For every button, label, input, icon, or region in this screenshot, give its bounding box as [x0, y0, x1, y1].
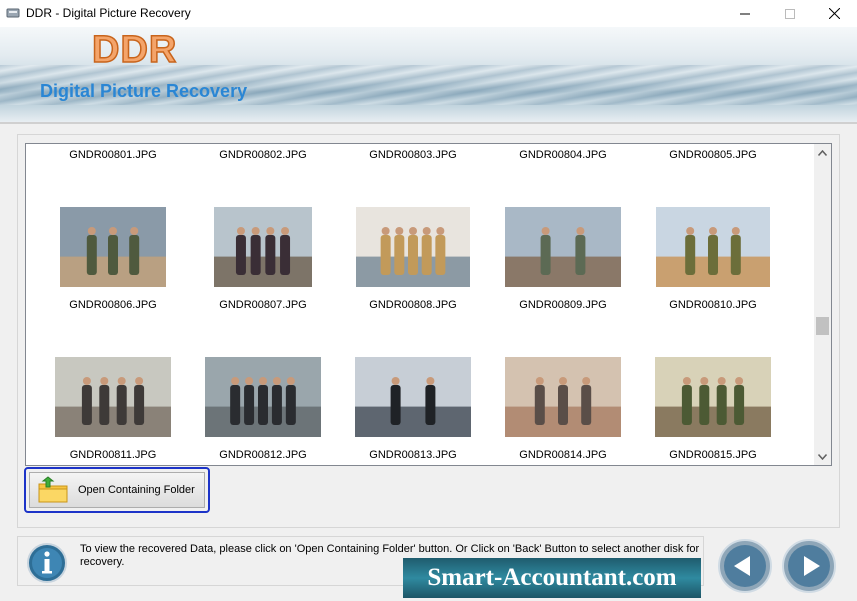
photo-thumbnail[interactable]: [655, 357, 771, 437]
watermark-banner: Smart-Accountant.com: [403, 558, 701, 598]
gallery-item-filename: GNDR00805.JPG: [669, 149, 757, 161]
gallery-item-filename: GNDR00810.JPG: [669, 299, 757, 311]
close-button[interactable]: [812, 0, 857, 27]
photo-thumbnail[interactable]: [505, 207, 621, 287]
back-button[interactable]: [717, 538, 773, 594]
gallery-item-filename: GNDR00808.JPG: [369, 299, 457, 311]
gallery-item-filename: GNDR00813.JPG: [369, 449, 457, 461]
app-drive-icon: [6, 8, 20, 18]
folder-up-icon: [38, 476, 68, 503]
minimize-icon: [739, 13, 750, 14]
info-icon: [27, 543, 67, 583]
next-button[interactable]: [781, 538, 837, 594]
photo-thumbnail[interactable]: [356, 207, 470, 287]
header-banner: DDR Digital Picture Recovery: [0, 27, 857, 122]
gallery-item-filename: GNDR00803.JPG: [369, 149, 457, 161]
header-divider: [0, 122, 857, 124]
photo-thumbnail[interactable]: [656, 207, 770, 287]
maximize-button[interactable]: [767, 0, 812, 27]
scroll-down-button[interactable]: [814, 448, 831, 465]
gallery-item-filename: GNDR00812.JPG: [219, 449, 307, 461]
gallery-item-filename: GNDR00804.JPG: [519, 149, 607, 161]
photo-thumbnail[interactable]: [60, 207, 166, 287]
brand-logo: DDR: [91, 28, 178, 72]
gallery-item-filename: GNDR00809.JPG: [519, 299, 607, 311]
gallery-item-filename: GNDR00815.JPG: [669, 449, 757, 461]
chevron-up-icon: [818, 149, 827, 156]
open-folder-button-face[interactable]: Open Containing Folder: [29, 472, 205, 508]
chevron-down-icon: [818, 453, 827, 460]
minimize-button[interactable]: [722, 0, 767, 27]
recovered-photo-gallery[interactable]: GNDR00801.JPG GNDR00802.JPG GNDR00803.JPG G…: [25, 143, 832, 466]
open-folder-button-label: Open Containing Folder: [78, 484, 195, 496]
gallery-item-filename: GNDR00801.JPG: [69, 149, 157, 161]
product-subtitle: Digital Picture Recovery: [40, 81, 248, 101]
gallery-item-filename: GNDR00806.JPG: [69, 299, 157, 311]
maximize-icon: [784, 8, 795, 19]
window-title: DDR - Digital Picture Recovery: [26, 6, 191, 20]
vertical-scrollbar[interactable]: [814, 144, 831, 465]
gallery-item-filename: GNDR00807.JPG: [219, 299, 307, 311]
photo-thumbnail[interactable]: [205, 357, 321, 437]
gallery-item-filename: GNDR00814.JPG: [519, 449, 607, 461]
gallery-item-filename: GNDR00802.JPG: [219, 149, 307, 161]
open-containing-folder-button[interactable]: Open Containing Folder: [24, 467, 210, 513]
gallery-item-filename: GNDR00811.JPG: [69, 449, 157, 461]
close-icon: [829, 8, 840, 19]
scroll-up-button[interactable]: [814, 144, 831, 161]
photo-thumbnail[interactable]: [214, 207, 312, 287]
photo-thumbnail[interactable]: [355, 357, 471, 437]
scrollbar-thumb[interactable]: [816, 317, 829, 335]
photo-thumbnail[interactable]: [55, 357, 171, 437]
photo-thumbnail[interactable]: [505, 357, 621, 437]
title-bar: DDR - Digital Picture Recovery: [0, 0, 857, 27]
